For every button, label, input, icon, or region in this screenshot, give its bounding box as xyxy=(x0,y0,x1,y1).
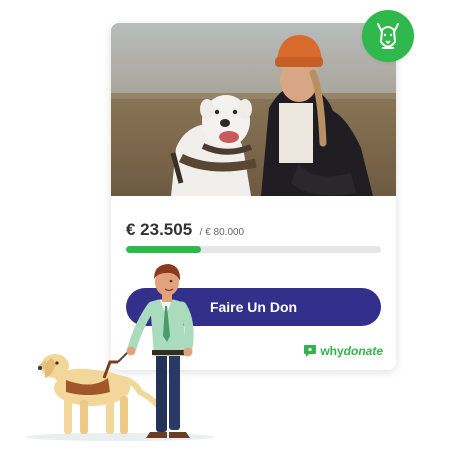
chat-bubble-icon xyxy=(304,345,317,357)
donate-button[interactable]: Faire Un Don xyxy=(126,288,381,326)
goal-amount: / € 80.000 xyxy=(199,227,245,238)
whydonate-logo[interactable]: why donate xyxy=(303,344,383,358)
guide-dog-badge xyxy=(362,10,414,62)
brand-why: why xyxy=(320,344,344,358)
dog-icon xyxy=(377,23,399,49)
amounts-row: € 23.505 / € 80.000 xyxy=(126,220,244,240)
brand-donate: donate xyxy=(343,344,383,358)
amount-raised: € 23.505 xyxy=(126,220,193,239)
progress-fill xyxy=(126,246,201,253)
campaign-card: € 23.505 / € 80.000 Faire Un Don why dona… xyxy=(111,23,396,370)
campaign-photo xyxy=(111,23,396,196)
progress-bar xyxy=(126,246,381,253)
